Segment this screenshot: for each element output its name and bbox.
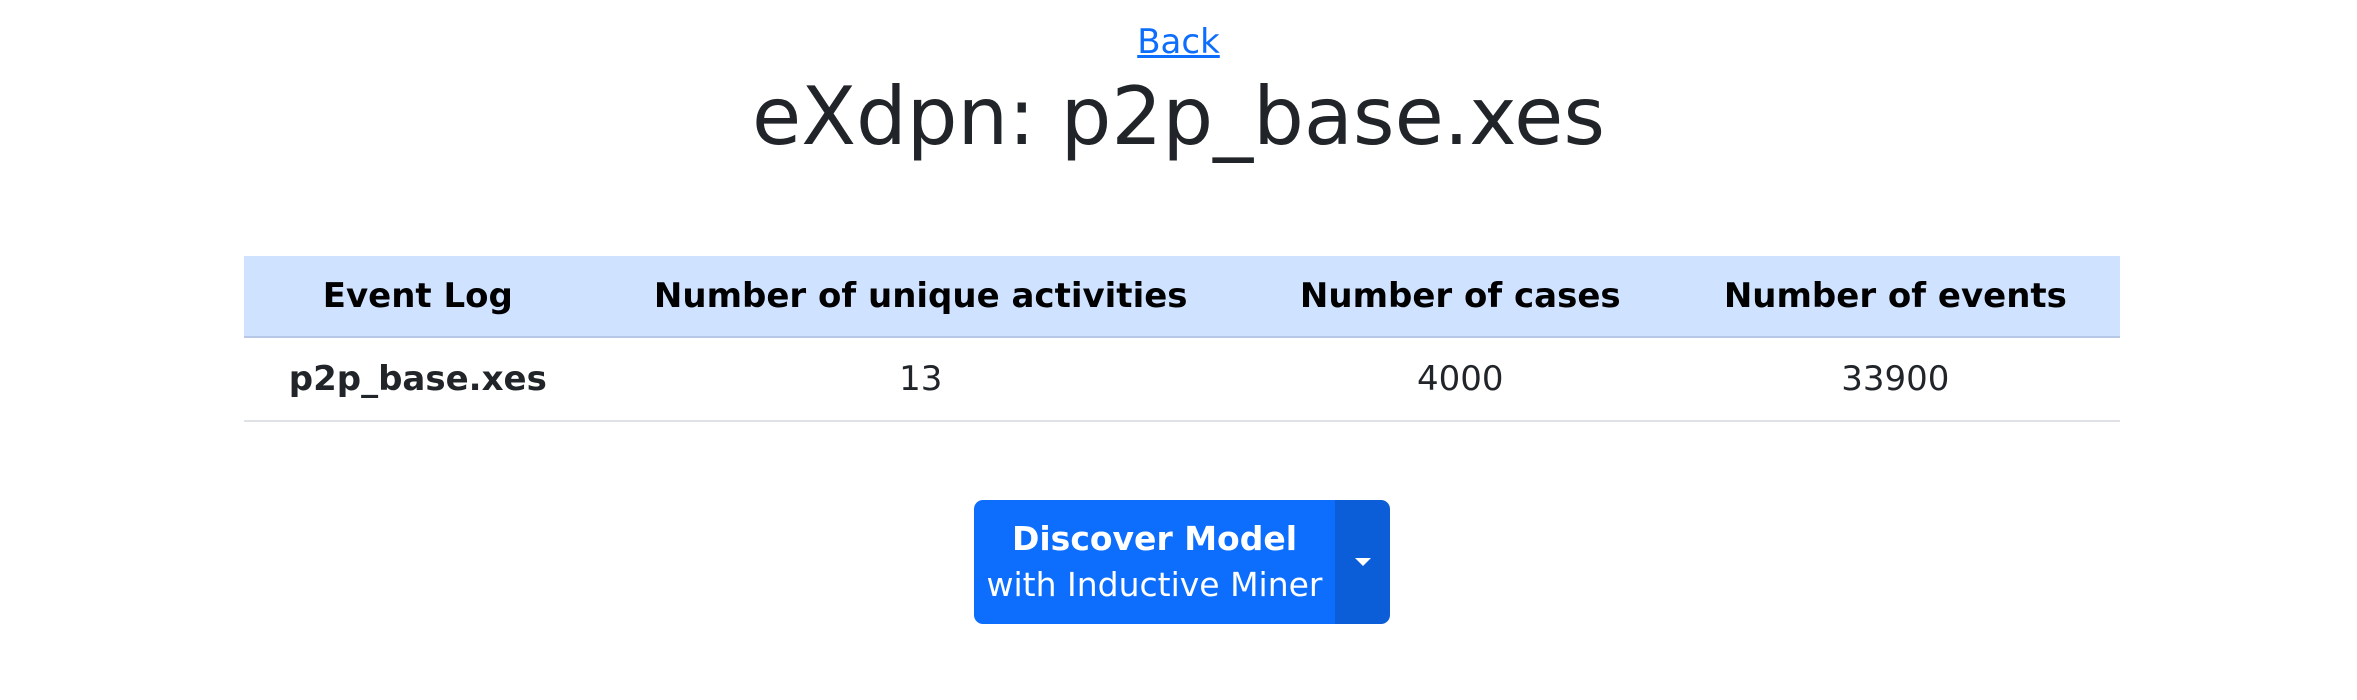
- event-log-stats-table: Event Log Number of unique activities Nu…: [244, 256, 2120, 422]
- header-unique-activities: Number of unique activities: [591, 256, 1250, 338]
- miner-dropdown-toggle[interactable]: [1335, 500, 1390, 624]
- header-event-log: Event Log: [244, 256, 592, 338]
- discover-model-button[interactable]: Discover Model with Inductive Miner: [974, 500, 1335, 624]
- discover-model-button-group: Discover Model with Inductive Miner: [974, 500, 1390, 624]
- cell-unique-activities: 13: [591, 337, 1250, 422]
- table-header-row: Event Log Number of unique activities Nu…: [244, 256, 2120, 338]
- back-link[interactable]: Back: [1137, 22, 1220, 62]
- back-link-container: Back: [0, 18, 2357, 66]
- table-row: p2p_base.xes 13 4000 33900: [244, 337, 2120, 422]
- cell-cases: 4000: [1249, 337, 1671, 422]
- header-events: Number of events: [1670, 256, 2120, 338]
- cell-events: 33900: [1670, 337, 2120, 422]
- cell-event-log: p2p_base.xes: [244, 337, 592, 422]
- page-title: eXdpn: p2p_base.xes: [751, 70, 1606, 163]
- page: Back eXdpn: p2p_base.xes Event Log Numbe…: [0, 0, 2357, 700]
- table-body: p2p_base.xes 13 4000 33900: [244, 337, 2120, 422]
- header-cases: Number of cases: [1249, 256, 1671, 338]
- caret-down-icon: [1354, 558, 1371, 566]
- discover-model-label: Discover Model: [1011, 519, 1298, 558]
- table-header: Event Log Number of unique activities Nu…: [244, 256, 2120, 338]
- discover-model-miner-label: with Inductive Miner: [986, 565, 1323, 604]
